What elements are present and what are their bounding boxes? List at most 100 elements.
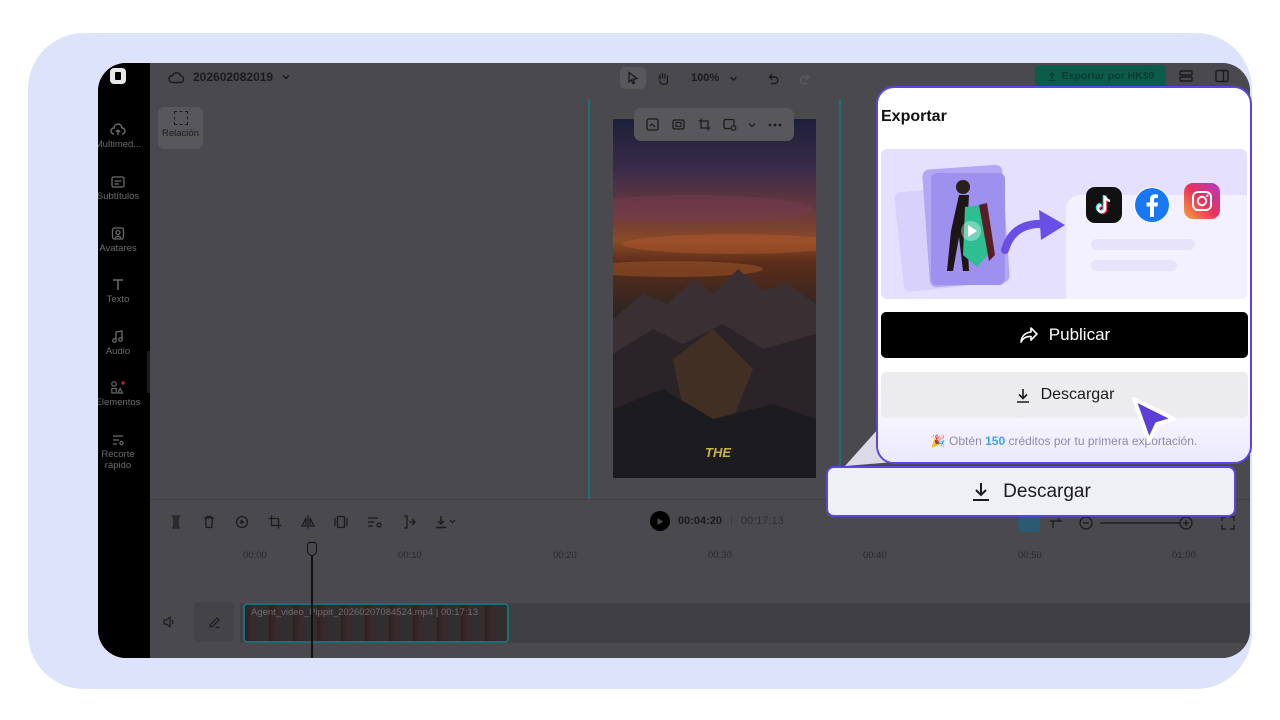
sidebar-item-subtitles[interactable]: Subtítulos (98, 175, 146, 202)
clip-duration: 00:17:13 (441, 607, 478, 618)
download-icon (973, 483, 990, 501)
ruler-tick: 00:30 (708, 550, 732, 561)
avatar-icon (111, 227, 125, 240)
sidebar-item-quick-cut[interactable]: Recorte rápido (98, 432, 146, 471)
zoom-slider[interactable] (1100, 522, 1180, 524)
sidebar-item-label: Subtítulos (98, 191, 140, 202)
track-edit-button[interactable] (194, 602, 234, 642)
illustration-line (1091, 239, 1195, 250)
video-clip[interactable]: Agent_video_Pippit_20260207084524.mp4 | … (243, 603, 509, 643)
redo-icon[interactable] (798, 72, 812, 85)
export-button[interactable]: Exportar por HK$0 (1035, 65, 1166, 87)
download-button[interactable]: Descargar (881, 372, 1248, 418)
split-icon[interactable] (168, 514, 184, 530)
download-icon[interactable] (434, 514, 458, 530)
select-tool-button[interactable] (620, 67, 646, 89)
timeline-toolbar (168, 514, 458, 530)
share-arrow-icon (1001, 210, 1065, 254)
more-icon[interactable] (767, 122, 783, 128)
ruler-tick: 01:00 (1172, 550, 1196, 561)
clip-separator: | (435, 607, 439, 618)
download-callout[interactable]: Descargar (826, 466, 1236, 517)
sidebar-item-label: Multimed... (98, 139, 142, 150)
callout-label: Descargar (1003, 480, 1091, 502)
canvas-tools: 100% (620, 67, 812, 89)
sidebar-item-audio[interactable]: Audio (98, 329, 146, 357)
fit-icon[interactable] (671, 117, 686, 132)
zoom-level[interactable]: 100% (691, 72, 719, 84)
layers-icon[interactable] (1178, 68, 1194, 84)
play-icon (657, 517, 663, 525)
freeze-frame-icon[interactable] (333, 514, 349, 530)
chevron-down-icon[interactable] (729, 75, 738, 82)
playhead-handle[interactable] (307, 542, 317, 556)
crop-icon[interactable] (267, 514, 283, 530)
facebook-icon (1134, 187, 1170, 223)
replace-media-icon[interactable] (645, 117, 660, 132)
ruler-tick: 00:10 (398, 550, 422, 561)
chevron-down-icon[interactable] (748, 122, 756, 128)
upload-icon (1048, 71, 1056, 81)
share-illustration (881, 149, 1247, 299)
sidebar-item-label: Audio (105, 346, 131, 357)
chevron-down-icon (282, 74, 290, 80)
clip-label: Agent_video_Pippit_20260207084524.mp4 | … (251, 607, 478, 618)
playhead[interactable] (311, 542, 313, 658)
effects-icon[interactable] (722, 117, 737, 132)
panel-title: Exportar (881, 108, 947, 125)
playback-controls: 00:04:20 | 00:17:13 (650, 511, 784, 531)
sidebar-item-avatars[interactable]: Avatares (98, 226, 146, 254)
floating-toolbar (634, 108, 794, 141)
zoom-in-icon[interactable] (1178, 515, 1194, 531)
sidebar-item-label: Texto (106, 294, 130, 305)
cloud-icon (168, 71, 185, 83)
share-icon (1019, 327, 1038, 343)
pen-icon (208, 616, 220, 628)
promo-number: 150 (985, 434, 1006, 448)
time-separator: | (730, 515, 733, 527)
aspect-ratio-button[interactable]: Relación (158, 107, 203, 149)
fullscreen-icon[interactable] (1220, 515, 1236, 531)
ruler-tick: 00:20 (553, 550, 577, 561)
hand-tool-icon[interactable] (656, 71, 671, 86)
delete-icon[interactable] (201, 514, 217, 530)
project-title[interactable]: 202602082019 (168, 70, 291, 84)
sidebar-item-text[interactable]: Texto (98, 277, 146, 305)
zoom-out-icon[interactable] (1078, 515, 1094, 531)
panel-toggle-icon[interactable] (1214, 68, 1230, 84)
timeline-ruler: 00:00 00:10 00:20 00:30 00:40 00:50 01:0… (240, 550, 1250, 564)
sidebar-item-elements[interactable]: Elementos (98, 380, 146, 408)
music-note-icon (112, 330, 123, 343)
ruler-tick: 00:40 (863, 550, 887, 561)
ruler-tick: 00:00 (243, 550, 267, 561)
mirror-icon[interactable] (300, 514, 316, 530)
subtitle-edit-icon[interactable] (366, 514, 384, 530)
sidebar-item-label: Elementos (98, 397, 141, 408)
trim-icon[interactable] (401, 514, 417, 530)
speed-icon[interactable] (234, 514, 250, 530)
safe-guide-left (588, 99, 590, 499)
cloud-upload-icon (110, 123, 126, 135)
download-button-label: Descargar (1040, 386, 1115, 403)
left-rail: Multimed... Subtítulos Avatares Texto Au… (98, 63, 150, 658)
quick-cut-icon (113, 435, 124, 446)
export-panel: Exportar Publicar Descargar 🎉 Obtén 150 … (876, 86, 1252, 464)
undo-icon[interactable] (766, 72, 780, 85)
timeline-panel: 00:04:20 | 00:17:13 00:00 00:10 00:20 00… (150, 499, 1250, 658)
play-button[interactable] (650, 511, 670, 531)
app-logo (110, 68, 126, 84)
split-track-icon[interactable] (1048, 515, 1064, 531)
safe-guide-right (839, 99, 841, 499)
ratio-icon (173, 111, 188, 125)
publish-button-label: Publicar (1048, 325, 1111, 344)
volume-icon[interactable] (162, 615, 176, 629)
tiktok-icon (1086, 187, 1122, 223)
crop-icon[interactable] (697, 117, 712, 132)
sidebar-item-label: Avatares (99, 243, 137, 254)
cursor-icon (1132, 397, 1176, 443)
publish-button[interactable]: Publicar (881, 312, 1248, 358)
promo-text: 🎉 Obtén 150 créditos por tu primera expo… (878, 434, 1250, 448)
video-preview[interactable]: THE (613, 119, 816, 478)
sidebar-item-multimedia[interactable]: Multimed... (98, 123, 146, 150)
instagram-icon (1184, 183, 1220, 219)
